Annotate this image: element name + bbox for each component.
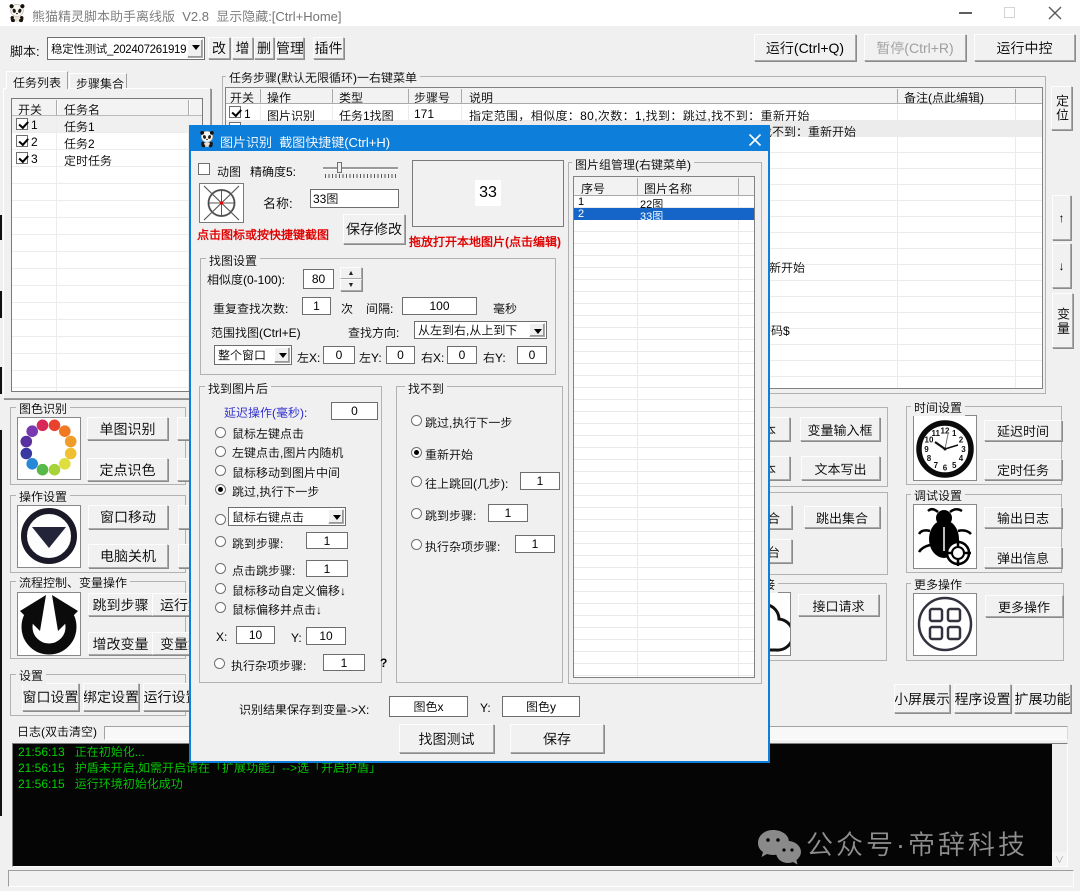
svg-text:12: 12 [941,426,950,435]
svg-text:6: 6 [943,463,948,472]
svg-text:7: 7 [934,461,939,470]
svg-text:5: 5 [952,461,957,470]
svg-text:2: 2 [959,436,964,445]
svg-text:3: 3 [961,445,966,454]
svg-text:8: 8 [927,454,932,463]
svg-text:9: 9 [924,445,929,454]
svg-text:11: 11 [931,429,940,438]
svg-text:1: 1 [952,429,957,438]
svg-text:4: 4 [959,454,964,463]
